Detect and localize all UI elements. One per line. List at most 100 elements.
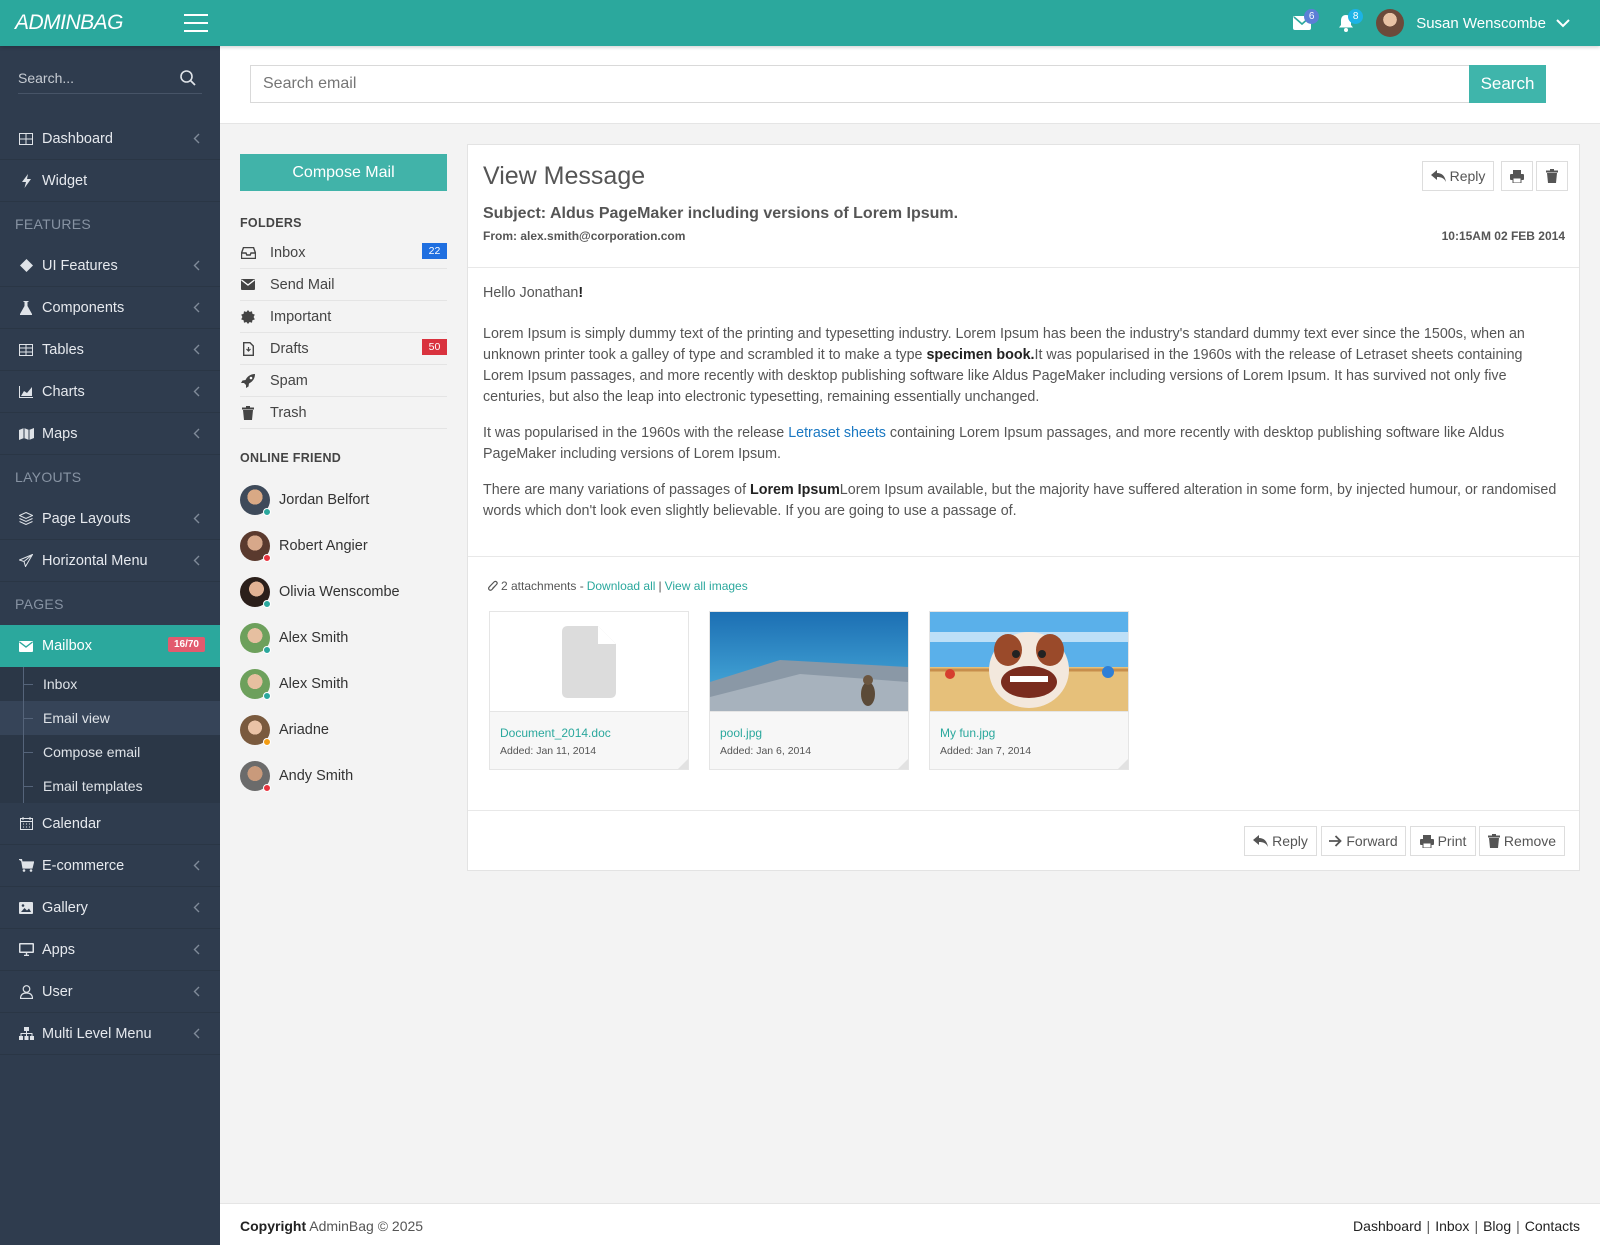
envelope-icon <box>19 640 33 652</box>
friend-item[interactable]: Robert Angier <box>240 523 447 569</box>
submenu-item-email-view[interactable]: Email view <box>0 701 220 735</box>
friend-item[interactable]: Alex Smith <box>240 615 447 661</box>
map-icon <box>18 427 34 440</box>
user-avatar[interactable] <box>1376 9 1405 37</box>
attachment-count: 2 attachments - <box>501 579 584 593</box>
sidebar-item-ecommerce[interactable]: E-commerce <box>0 845 220 887</box>
friend-name: Robert Angier <box>279 538 368 554</box>
footer-link-inbox[interactable]: Inbox <box>1435 1218 1469 1234</box>
attachment-date: Added: Jan 11, 2014 <box>500 745 597 757</box>
folder-list: Inbox 22 Send Mail Important Drafts 50 S… <box>240 237 447 429</box>
sidebar-item-user[interactable]: User <box>0 971 220 1013</box>
sidebar-item-label: E-commerce <box>42 857 125 874</box>
view-all-images-link[interactable]: View all images <box>665 579 748 593</box>
chevron-left-icon <box>193 555 200 566</box>
folder-inbox[interactable]: Inbox 22 <box>240 237 447 269</box>
print-button-top[interactable] <box>1501 161 1533 191</box>
sidebar-item-apps[interactable]: Apps <box>0 929 220 971</box>
footer-link-contacts[interactable]: Contacts <box>1525 1218 1580 1234</box>
search-icon[interactable] <box>180 70 196 86</box>
sidebar-search[interactable]: Search... <box>18 70 202 94</box>
avatar <box>240 761 271 792</box>
sidebar-item-page-layouts[interactable]: Page Layouts <box>0 498 220 540</box>
inbox-count-badge: 22 <box>422 243 447 259</box>
sidebar-item-components[interactable]: Components <box>0 287 220 329</box>
sidebar-item-label: Charts <box>42 383 85 400</box>
footer-link-blog[interactable]: Blog <box>1483 1218 1511 1234</box>
reply-button-top[interactable]: Reply <box>1422 161 1494 191</box>
sidebar-item-multi-level-menu[interactable]: Multi Level Menu <box>0 1013 220 1055</box>
sidebar-item-maps[interactable]: Maps <box>0 413 220 455</box>
footer-link-dashboard[interactable]: Dashboard <box>1353 1218 1422 1234</box>
submenu-item-email-templates[interactable]: Email templates <box>0 769 220 803</box>
attachment-name[interactable]: My fun.jpg <box>940 726 995 740</box>
search-button[interactable]: Search <box>1469 65 1546 103</box>
sidebar-item-label: Maps <box>42 425 78 442</box>
friend-item[interactable]: Ariadne <box>240 707 447 753</box>
folders-heading: FOLDERS <box>240 216 302 230</box>
forward-button[interactable]: Forward <box>1321 826 1406 856</box>
compose-mail-button[interactable]: Compose Mail <box>240 154 447 191</box>
letraset-link[interactable]: Letraset sheets <box>788 425 886 441</box>
folder-label: Send Mail <box>270 276 335 293</box>
friend-item[interactable]: Alex Smith <box>240 661 447 707</box>
user-name[interactable]: Susan Wenscombe <box>1416 15 1546 32</box>
attachment-card[interactable]: Document_2014.doc Added: Jan 11, 2014 <box>489 611 689 770</box>
menu-toggle-icon[interactable] <box>184 14 208 32</box>
folder-send-mail[interactable]: Send Mail <box>240 269 447 301</box>
folder-important[interactable]: Important <box>240 301 447 333</box>
bell-notification-button[interactable]: 8 <box>1324 0 1368 46</box>
friend-item[interactable]: Andy Smith <box>240 753 447 799</box>
paragraph-2: It was popularised in the 1960s with the… <box>483 423 1565 465</box>
menu-heading-layouts: LAYOUTS <box>15 468 82 485</box>
print-icon <box>1419 834 1434 848</box>
submenu-item-inbox[interactable]: Inbox <box>0 667 220 701</box>
email-search-bar: Search <box>220 46 1600 124</box>
sidebar-item-horizontal-menu[interactable]: Horizontal Menu <box>0 540 220 582</box>
sidebar-item-gallery[interactable]: Gallery <box>0 887 220 929</box>
mail-notification-button[interactable]: 6 <box>1280 0 1324 46</box>
folder-spam[interactable]: Spam <box>240 365 447 397</box>
attachment-date: Added: Jan 7, 2014 <box>940 745 1032 757</box>
chevron-left-icon <box>193 860 200 871</box>
attachment-card[interactable]: pool.jpg Added: Jan 6, 2014 <box>709 611 909 770</box>
email-search-input[interactable] <box>250 65 1469 103</box>
print-button[interactable]: Print <box>1410 826 1476 856</box>
download-all-link[interactable]: Download all <box>587 579 656 593</box>
message-date: 10:15AM 02 FEB 2014 <box>1441 229 1565 243</box>
diamond-icon <box>19 259 33 272</box>
sidebar-item-dashboard[interactable]: Dashboard <box>0 118 220 160</box>
delete-button-top[interactable] <box>1536 161 1568 191</box>
cart-icon <box>18 859 34 872</box>
greeting-mark: ! <box>578 285 584 301</box>
sidebar-item-calendar[interactable]: Calendar <box>0 803 220 845</box>
sidebar-item-charts[interactable]: Charts <box>0 371 220 413</box>
menu-heading-pages: PAGES <box>15 595 64 612</box>
friend-item[interactable]: Jordan Belfort <box>240 477 447 523</box>
folder-drafts[interactable]: Drafts 50 <box>240 333 447 365</box>
friend-item[interactable]: Olivia Wenscombe <box>240 569 447 615</box>
brand-logo[interactable]: ADMINBAG <box>15 11 124 35</box>
attachment-name[interactable]: pool.jpg <box>720 726 762 740</box>
folder-label: Drafts <box>270 340 309 357</box>
attachment-card[interactable]: My fun.jpg Added: Jan 7, 2014 <box>929 611 1129 770</box>
sidebar-search-input[interactable]: Search... <box>18 70 74 86</box>
submenu-item-compose-email[interactable]: Compose email <box>0 735 220 769</box>
sidebar: Search... Dashboard Widget FEATURES UI F… <box>0 46 220 1245</box>
remove-button[interactable]: Remove <box>1479 826 1565 856</box>
chevron-left-icon <box>193 944 200 955</box>
sidebar-item-tables[interactable]: Tables <box>0 329 220 371</box>
sidebar-item-ui-features[interactable]: UI Features <box>0 245 220 287</box>
copyright-text: AdminBag © 2025 <box>306 1218 424 1234</box>
sidebar-item-widget[interactable]: Widget <box>0 160 220 202</box>
chevron-down-icon[interactable] <box>1556 18 1570 28</box>
sidebar-item-mailbox[interactable]: Mailbox 16/70 <box>0 625 220 667</box>
paragraph-1: Lorem Ipsum is simply dummy text of the … <box>483 324 1565 408</box>
attachment-name[interactable]: Document_2014.doc <box>500 726 611 740</box>
reply-label: Reply <box>1272 833 1308 849</box>
reply-button[interactable]: Reply <box>1244 826 1317 856</box>
sidebar-item-label: Mailbox <box>42 638 92 654</box>
attachment-date: Added: Jan 6, 2014 <box>720 745 812 757</box>
divider <box>468 810 1579 811</box>
folder-trash[interactable]: Trash <box>240 397 447 429</box>
